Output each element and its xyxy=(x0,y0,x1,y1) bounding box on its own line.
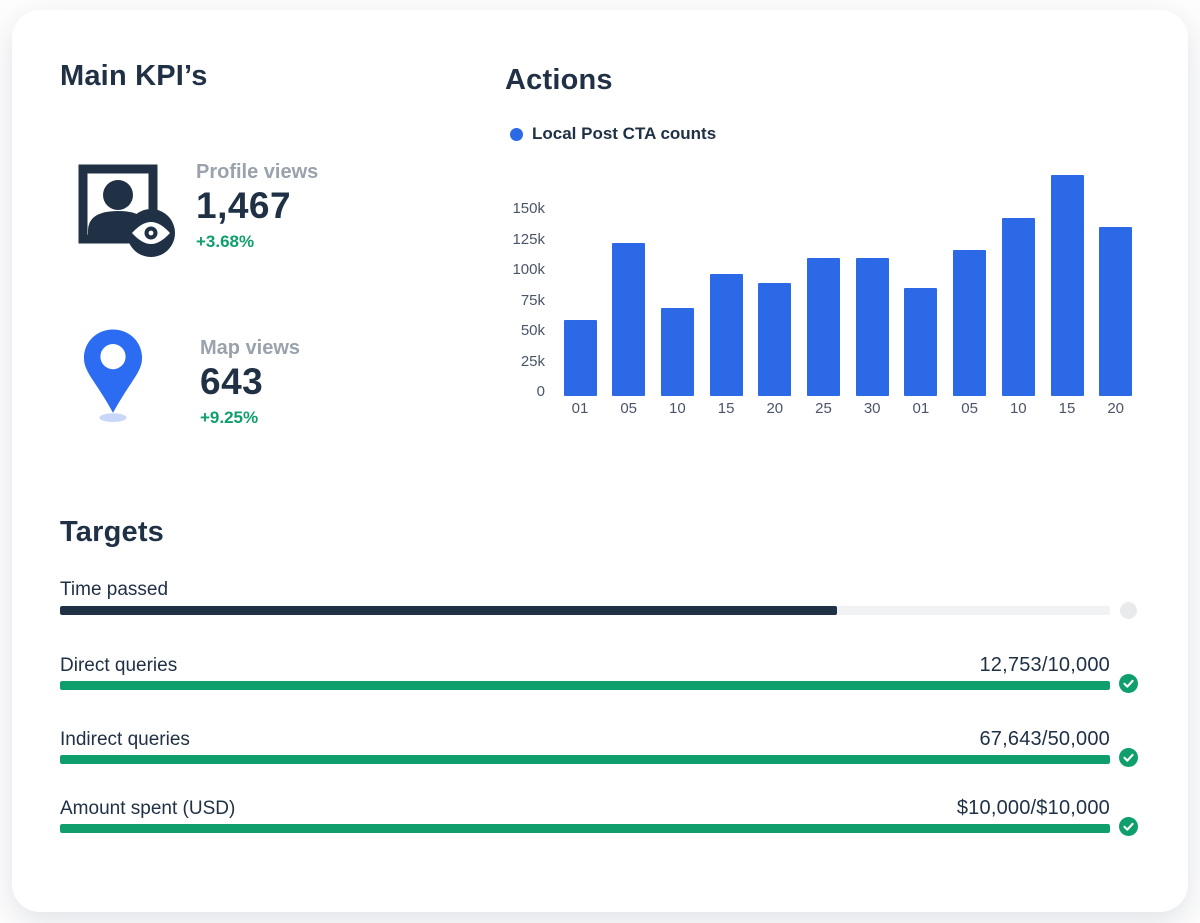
progress-fill xyxy=(60,755,1110,764)
target-value: 67,643/50,000 xyxy=(979,727,1110,751)
target-value: $10,000/$10,000 xyxy=(957,796,1110,820)
cta-bar[interactable] xyxy=(856,258,889,396)
target-row-direct-queries: Direct queries 12,753/10,000 xyxy=(60,653,1110,690)
cta-bar[interactable] xyxy=(710,274,743,396)
progress-track xyxy=(60,755,1110,764)
x-tick-label: 15 xyxy=(702,400,750,418)
kpi-value: 1,467 xyxy=(196,185,436,227)
progress-endcap-dot-icon xyxy=(1120,602,1137,619)
cta-bar[interactable] xyxy=(1002,218,1035,396)
x-tick-label: 30 xyxy=(848,400,896,418)
x-tick-label: 10 xyxy=(994,400,1042,418)
x-tick-label: 10 xyxy=(653,400,701,418)
cta-bar[interactable] xyxy=(1051,175,1084,396)
x-tick-label: 20 xyxy=(751,400,799,418)
map-pin-icon xyxy=(82,327,144,425)
target-label: Amount spent (USD) xyxy=(60,797,235,821)
target-row-time-passed: Time passed xyxy=(60,578,1110,615)
target-value: 12,753/10,000 xyxy=(979,653,1110,677)
cta-bar[interactable] xyxy=(904,288,937,396)
legend-dot-icon xyxy=(510,128,523,141)
kpi-map-views: Map views 643 +9.25% xyxy=(200,337,440,429)
kpi-change-badge: +9.25% xyxy=(200,407,440,429)
target-row-amount-spent: Amount spent (USD) $10,000/$10,000 xyxy=(60,796,1110,833)
kpi-label: Map views xyxy=(200,337,440,359)
dashboard-card: Main KPI’s Profile views 1,467 +3.68% Ma… xyxy=(12,10,1188,912)
check-circle-icon xyxy=(1119,817,1138,836)
x-tick-label: 01 xyxy=(556,400,604,418)
y-tick-label: 25k xyxy=(490,353,545,371)
cta-bar[interactable] xyxy=(758,283,791,396)
x-tick-label: 20 xyxy=(1092,400,1140,418)
target-label: Time passed xyxy=(60,578,168,602)
y-tick-label: 150k xyxy=(490,200,545,218)
chart-legend: Local Post CTA counts xyxy=(510,122,716,146)
cta-bar[interactable] xyxy=(661,308,694,396)
progress-track xyxy=(60,681,1110,690)
kpi-value: 643 xyxy=(200,361,440,403)
x-tick-label: 15 xyxy=(1043,400,1091,418)
cta-bar[interactable] xyxy=(1099,227,1132,396)
y-tick-label: 100k xyxy=(490,261,545,279)
cta-bar-chart: 025k50k75k100k125k150k 01051015202530010… xyxy=(490,165,1172,425)
x-tick-label: 01 xyxy=(897,400,945,418)
y-tick-label: 50k xyxy=(490,322,545,340)
progress-track xyxy=(60,824,1110,833)
kpi-label: Profile views xyxy=(196,161,436,183)
x-tick-label: 05 xyxy=(605,400,653,418)
cta-bar[interactable] xyxy=(564,320,597,396)
progress-fill xyxy=(60,606,837,615)
check-circle-icon xyxy=(1119,748,1138,767)
progress-fill xyxy=(60,681,1110,690)
progress-fill xyxy=(60,824,1110,833)
target-label: Direct queries xyxy=(60,654,177,678)
target-row-indirect-queries: Indirect queries 67,643/50,000 xyxy=(60,727,1110,764)
progress-track xyxy=(60,606,1110,615)
cta-bar[interactable] xyxy=(953,250,986,396)
target-label: Indirect queries xyxy=(60,728,190,752)
y-tick-label: 0 xyxy=(490,383,545,401)
check-circle-icon xyxy=(1119,674,1138,693)
profile-views-icon xyxy=(76,162,176,264)
actions-title: Actions xyxy=(505,64,613,97)
cta-bar[interactable] xyxy=(612,243,645,396)
x-tick-label: 25 xyxy=(800,400,848,418)
y-tick-label: 125k xyxy=(490,231,545,249)
y-tick-label: 75k xyxy=(490,292,545,310)
legend-label: Local Post CTA counts xyxy=(532,124,716,144)
targets-title: Targets xyxy=(60,516,164,549)
kpi-profile-views: Profile views 1,467 +3.68% xyxy=(196,161,436,253)
main-kpis-title: Main KPI’s xyxy=(60,60,208,93)
cta-bar[interactable] xyxy=(807,258,840,396)
kpi-change-badge: +3.68% xyxy=(196,231,436,253)
x-tick-label: 05 xyxy=(946,400,994,418)
